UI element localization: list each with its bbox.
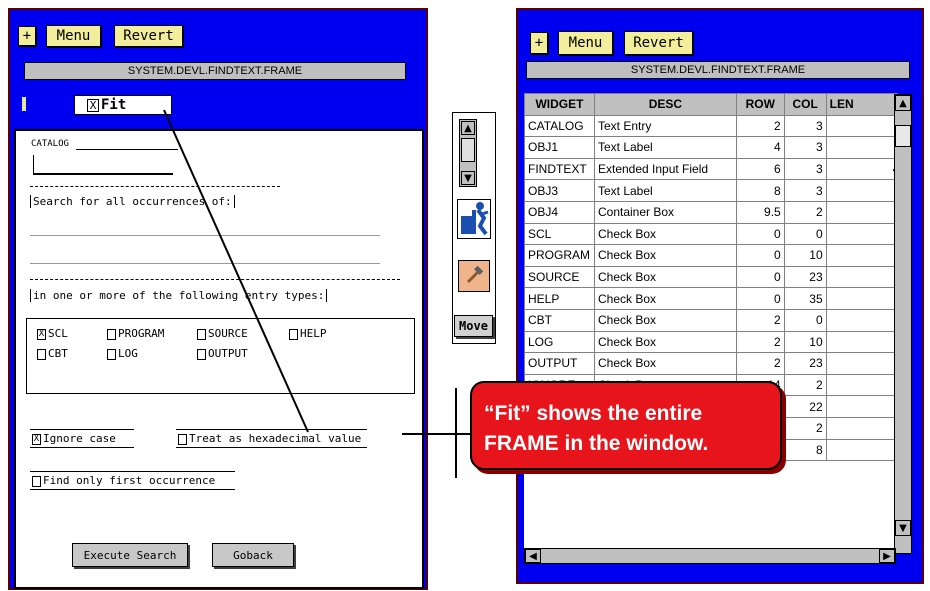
callout-pointer-lines <box>163 109 470 478</box>
fit-pointer-line <box>163 109 309 433</box>
callout-line-1: “Fit” shows the entire <box>484 402 703 425</box>
callout-box: “Fit” shows the entire FRAME in the wind… <box>470 381 782 470</box>
callout-line-2: FRAME in the window. <box>484 432 709 455</box>
